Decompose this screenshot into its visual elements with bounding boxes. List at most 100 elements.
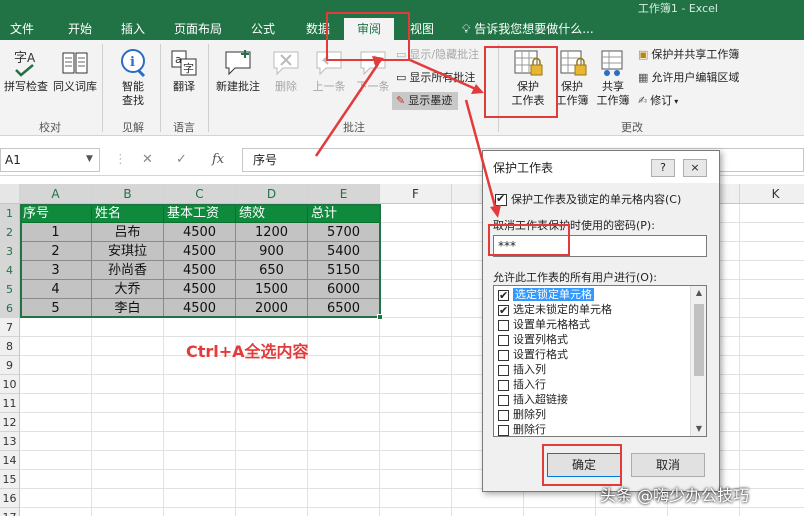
empty-cell[interactable] <box>20 337 92 356</box>
empty-cell[interactable] <box>380 413 452 432</box>
permission-option[interactable]: 插入超链接 <box>498 392 684 407</box>
permission-option[interactable]: 设置单元格格式 <box>498 317 684 332</box>
empty-cell[interactable] <box>92 375 164 394</box>
empty-cell[interactable] <box>380 261 452 280</box>
password-input[interactable]: *** <box>493 235 707 257</box>
empty-cell[interactable] <box>164 375 236 394</box>
empty-cell[interactable] <box>308 508 380 516</box>
empty-cell[interactable] <box>740 432 804 451</box>
table-cell[interactable]: 吕布 <box>92 223 164 242</box>
table-header-cell[interactable]: 基本工资 <box>164 204 236 223</box>
protect-workbook-button[interactable]: 保护 工作簿 <box>550 48 594 108</box>
tell-me-search[interactable]: 💡︎ 告诉我您想要做什么... <box>462 18 594 40</box>
empty-cell[interactable] <box>308 318 380 337</box>
table-cell[interactable]: 5 <box>20 299 92 318</box>
table-cell[interactable]: 4500 <box>164 223 236 242</box>
empty-cell[interactable] <box>740 470 804 489</box>
delete-comment-button[interactable]: 删除 <box>268 48 304 94</box>
empty-cell[interactable] <box>164 489 236 508</box>
permission-option[interactable]: 插入行 <box>498 377 684 392</box>
empty-cell[interactable] <box>236 432 308 451</box>
confirm-entry-icon[interactable]: ✓ <box>176 148 187 172</box>
empty-cell[interactable] <box>740 280 804 299</box>
scroll-thumb[interactable] <box>694 304 704 376</box>
share-workbook-button[interactable]: 共享 工作簿 <box>592 48 634 108</box>
spell-check-button[interactable]: 字A 拼写检查 <box>2 48 50 94</box>
row-header-12[interactable]: 12 <box>0 413 20 432</box>
empty-cell[interactable] <box>20 451 92 470</box>
column-header-a[interactable]: A <box>20 184 92 204</box>
empty-cell[interactable] <box>236 318 308 337</box>
empty-cell[interactable] <box>308 356 380 375</box>
more-options-icon[interactable]: ⋮ <box>114 148 127 172</box>
column-header-d[interactable]: D <box>236 184 308 204</box>
empty-cell[interactable] <box>92 451 164 470</box>
empty-cell[interactable] <box>164 432 236 451</box>
empty-cell[interactable] <box>740 242 804 261</box>
permission-option[interactable]: 设置列格式 <box>498 332 684 347</box>
empty-cell[interactable] <box>20 432 92 451</box>
table-cell[interactable]: 安琪拉 <box>92 242 164 261</box>
checkbox[interactable] <box>498 424 509 436</box>
row-header-14[interactable]: 14 <box>0 451 20 470</box>
protect-sheet-button[interactable]: 保护 工作表 <box>503 48 553 108</box>
chevron-down-icon[interactable]: ▼ <box>86 148 93 170</box>
empty-cell[interactable] <box>164 470 236 489</box>
empty-cell[interactable] <box>308 470 380 489</box>
table-cell[interactable]: 2000 <box>236 299 308 318</box>
empty-cell[interactable] <box>92 337 164 356</box>
empty-cell[interactable] <box>20 356 92 375</box>
empty-cell[interactable] <box>524 508 596 516</box>
row-header-8[interactable]: 8 <box>0 337 20 356</box>
empty-cell[interactable] <box>92 508 164 516</box>
empty-cell[interactable] <box>452 508 524 516</box>
checkbox[interactable] <box>498 364 509 376</box>
empty-cell[interactable] <box>92 356 164 375</box>
table-cell[interactable]: 6000 <box>308 280 380 299</box>
empty-cell[interactable] <box>740 299 804 318</box>
empty-cell[interactable] <box>164 394 236 413</box>
checkbox[interactable] <box>498 349 509 361</box>
empty-cell[interactable] <box>740 356 804 375</box>
row-header-1[interactable]: 1 <box>0 204 20 223</box>
permission-option[interactable]: 设置行格式 <box>498 347 684 362</box>
permission-option[interactable]: 选定锁定单元格 <box>498 287 684 303</box>
empty-cell[interactable] <box>740 394 804 413</box>
empty-cell[interactable] <box>164 451 236 470</box>
row-header-7[interactable]: 7 <box>0 318 20 337</box>
thesaurus-button[interactable]: 同义词库 <box>52 48 98 94</box>
empty-cell[interactable] <box>380 375 452 394</box>
table-cell[interactable]: 2 <box>20 242 92 261</box>
empty-cell[interactable] <box>236 451 308 470</box>
table-cell[interactable]: 4500 <box>164 280 236 299</box>
row-header-16[interactable]: 16 <box>0 489 20 508</box>
table-cell[interactable]: 李白 <box>92 299 164 318</box>
empty-cell[interactable] <box>20 375 92 394</box>
scrollbar[interactable]: ▲ ▼ <box>690 286 706 436</box>
checkbox[interactable] <box>495 192 507 206</box>
row-header-15[interactable]: 15 <box>0 470 20 489</box>
column-header-b[interactable]: B <box>92 184 164 204</box>
permission-option[interactable]: 删除行 <box>498 422 684 436</box>
empty-cell[interactable] <box>308 375 380 394</box>
column-header-f[interactable]: F <box>380 184 452 204</box>
empty-cell[interactable] <box>20 470 92 489</box>
scroll-up-icon[interactable]: ▲ <box>691 286 706 300</box>
empty-cell[interactable] <box>740 375 804 394</box>
name-box[interactable]: A1 <box>0 148 100 172</box>
permission-option[interactable]: 插入列 <box>498 362 684 377</box>
scroll-down-icon[interactable]: ▼ <box>691 422 706 436</box>
empty-cell[interactable] <box>20 318 92 337</box>
table-cell[interactable]: 4 <box>20 280 92 299</box>
empty-cell[interactable] <box>740 489 804 508</box>
row-header-6[interactable]: 6 <box>0 299 20 318</box>
empty-cell[interactable] <box>380 204 452 223</box>
tab-4[interactable]: 公式 <box>237 18 289 40</box>
empty-cell[interactable] <box>740 451 804 470</box>
tab-1[interactable]: 开始 <box>55 18 105 40</box>
table-header-cell[interactable]: 姓名 <box>92 204 164 223</box>
empty-cell[interactable] <box>380 242 452 261</box>
next-comment-button[interactable]: 下一条 <box>352 48 394 94</box>
empty-cell[interactable] <box>236 470 308 489</box>
translate-button[interactable]: a字 翻译 <box>164 48 204 94</box>
